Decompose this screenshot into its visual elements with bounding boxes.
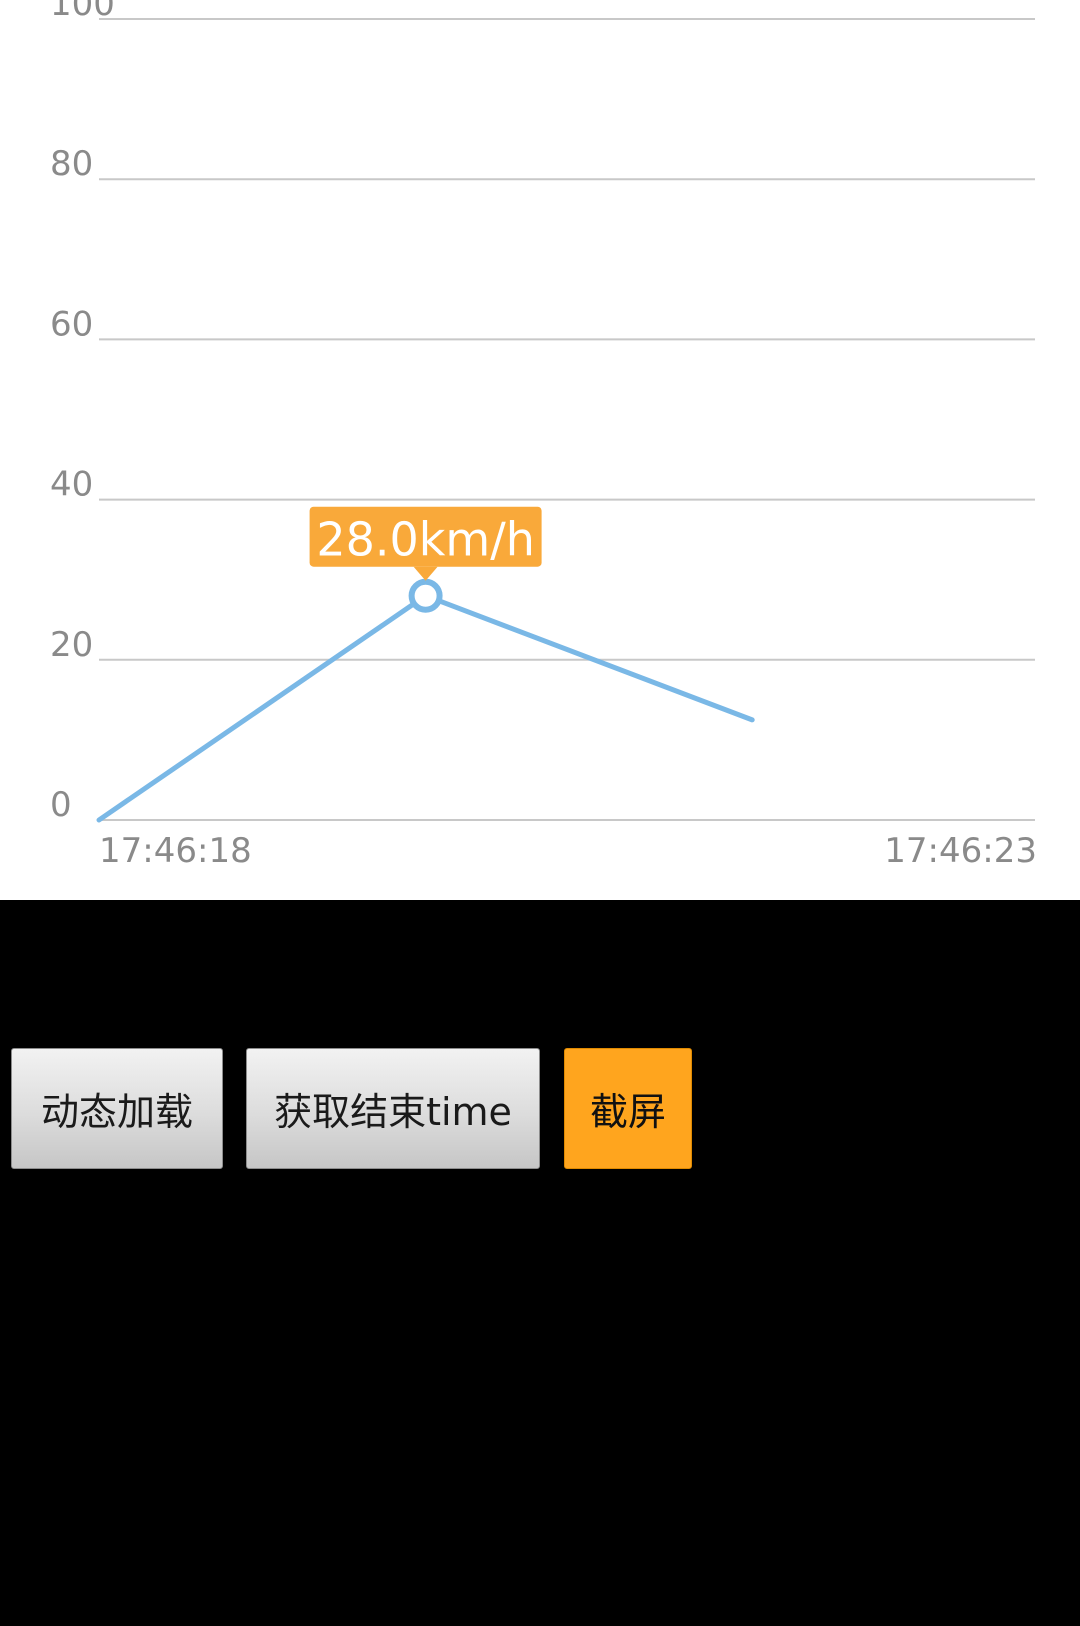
speed-chart-panel: 0 20 40 60 80 100 17:46:18 17:46:23 28.0km/h	[0, 0, 1080, 900]
y-tick-label: 60	[50, 304, 93, 344]
data-point	[408, 578, 443, 613]
get-end-time-button[interactable]: 获取结束time	[246, 1048, 540, 1169]
y-tick-label: 20	[50, 625, 93, 665]
screenshot-button[interactable]: 截屏	[564, 1048, 692, 1169]
y-tick-label: 100	[50, 0, 115, 24]
y-tick-label: 80	[50, 144, 93, 184]
x-tick-label: 17:46:18	[99, 831, 252, 871]
y-tick-label: 0	[50, 785, 72, 825]
speed-series-line	[96, 593, 755, 823]
speed-line-chart: 0 20 40 60 80 100 17:46:18 17:46:23 28.0km/h	[50, 0, 1037, 871]
y-tick-label: 40	[50, 465, 93, 505]
dynamic-load-button[interactable]: 动态加载	[11, 1048, 223, 1169]
tooltip-pointer	[413, 566, 438, 581]
tooltip-label: 28.0km/h	[316, 513, 535, 567]
x-tick-label: 17:46:23	[884, 831, 1037, 871]
